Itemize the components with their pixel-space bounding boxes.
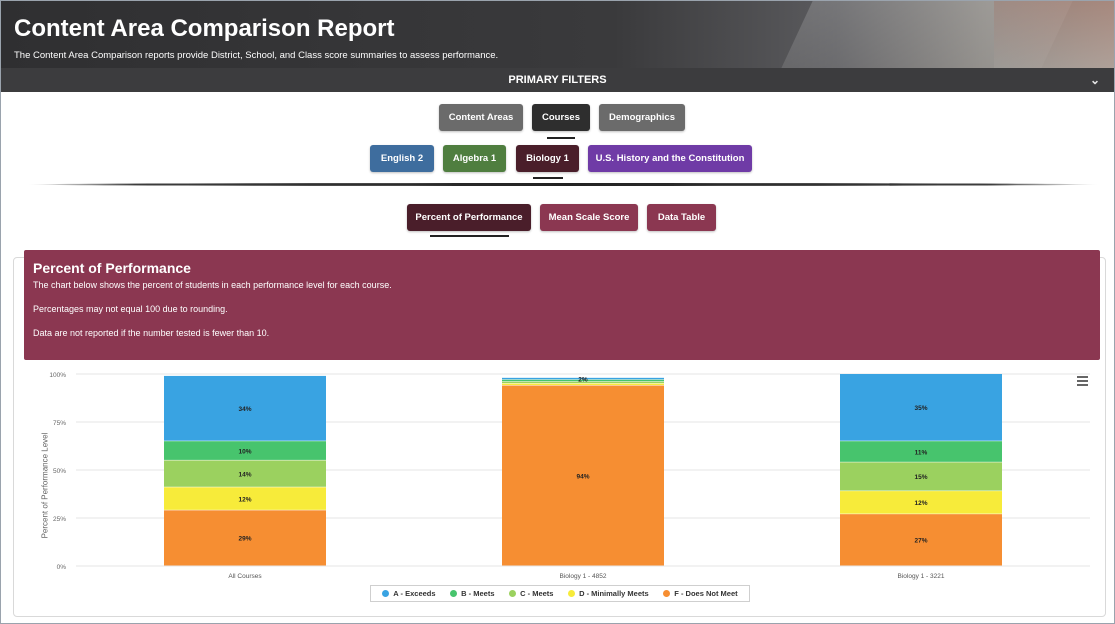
header-decoration: [994, 1, 1114, 68]
primary-filters-bar[interactable]: PRIMARY FILTERS ⌄: [1, 68, 1114, 92]
legend-label: C - Meets: [520, 589, 554, 598]
chart-legend: A - Exceeds B - Meets C - Meets D - Minimal…: [370, 585, 750, 602]
x-tick-label: All Courses: [228, 573, 262, 580]
y-tick-label: 0%: [57, 564, 67, 571]
view-tab-percent-of-performance[interactable]: Percent of Performance: [407, 204, 531, 231]
chart-svg: 0% 25% 50% 75% 100% 29% 12% 14% 10% 34% All Course…: [49, 372, 1090, 580]
data-label: 11%: [915, 449, 928, 456]
selected-course-underline: [533, 177, 563, 179]
data-label: 10%: [238, 448, 251, 455]
selected-tab-underline: [547, 137, 575, 139]
page-subtitle: The Content Area Comparison reports prov…: [14, 50, 499, 61]
info-line-rounding: Percentages may not equal 100 due to rou…: [33, 304, 228, 314]
course-tab-us-history[interactable]: U.S. History and the Constitution: [588, 145, 752, 172]
legend-label: A - Exceeds: [393, 589, 436, 598]
y-tick-label: 25%: [53, 516, 66, 523]
view-tab-data-table[interactable]: Data Table: [647, 204, 716, 231]
page-title: Content Area Comparison Report: [14, 15, 395, 42]
legend-marker-icon: [663, 590, 671, 597]
selected-view-underline: [430, 235, 509, 237]
x-tick-label: Biology 1 - 4852: [560, 573, 607, 580]
course-tab-algebra-1[interactable]: Algebra 1: [443, 145, 506, 172]
tab-content-areas[interactable]: Content Areas: [439, 104, 523, 131]
data-label: 34%: [238, 406, 251, 413]
tab-demographics[interactable]: Demographics: [599, 104, 685, 131]
data-label: 94%: [576, 473, 589, 480]
data-label: 35%: [914, 405, 927, 412]
course-tab-english-2[interactable]: English 2: [370, 145, 434, 172]
report-header: Content Area Comparison Report The Conte…: [1, 1, 1114, 68]
course-tab-biology-1[interactable]: Biology 1: [516, 145, 579, 172]
data-label: 27%: [914, 538, 927, 545]
legend-label: B - Meets: [461, 589, 495, 598]
data-label: 12%: [914, 500, 927, 507]
x-tick-label: Biology 1 - 3221: [898, 573, 945, 580]
legend-item[interactable]: D - Minimally Meets: [568, 589, 649, 598]
tab-courses[interactable]: Courses: [532, 104, 590, 131]
y-tick-label: 100%: [49, 372, 66, 379]
y-tick-label: 75%: [53, 420, 66, 427]
data-label: 15%: [914, 474, 927, 481]
legend-label: D - Minimally Meets: [579, 589, 649, 598]
legend-marker-icon: [568, 590, 576, 597]
data-label: 14%: [238, 471, 251, 478]
view-tab-mean-scale-score[interactable]: Mean Scale Score: [540, 204, 638, 231]
y-axis-label: Percent of Performance Level: [40, 432, 50, 539]
legend-marker-icon: [382, 590, 390, 597]
primary-filters-label: PRIMARY FILTERS: [508, 74, 607, 86]
chevron-down-icon[interactable]: ⌄: [1090, 68, 1100, 92]
info-box: Percent of Performance The chart below s…: [24, 250, 1100, 360]
legend-marker-icon: [450, 590, 458, 597]
legend-item[interactable]: A - Exceeds: [382, 589, 436, 598]
legend-item[interactable]: C - Meets: [509, 589, 553, 598]
stacked-bar-chart: 0% 25% 50% 75% 100% 29% 12% 14% 10% 34% All Course…: [28, 366, 1098, 606]
legend-item[interactable]: B - Meets: [450, 589, 495, 598]
chart-menu-icon[interactable]: [1077, 376, 1088, 386]
info-line-description: The chart below shows the percent of stu…: [33, 280, 392, 290]
legend-label: F - Does Not Meet: [674, 589, 738, 598]
data-label: 29%: [238, 536, 251, 543]
legend-marker-icon: [509, 590, 517, 597]
bar-segment: [502, 383, 664, 386]
legend-item[interactable]: F - Does Not Meet: [663, 589, 738, 598]
data-label: 12%: [238, 496, 251, 503]
y-tick-label: 50%: [53, 468, 66, 475]
data-label: 2%: [578, 376, 588, 383]
section-divider: [28, 183, 1098, 186]
info-line-reporting: Data are not reported if the number test…: [33, 328, 270, 338]
info-title: Percent of Performance: [33, 260, 191, 276]
